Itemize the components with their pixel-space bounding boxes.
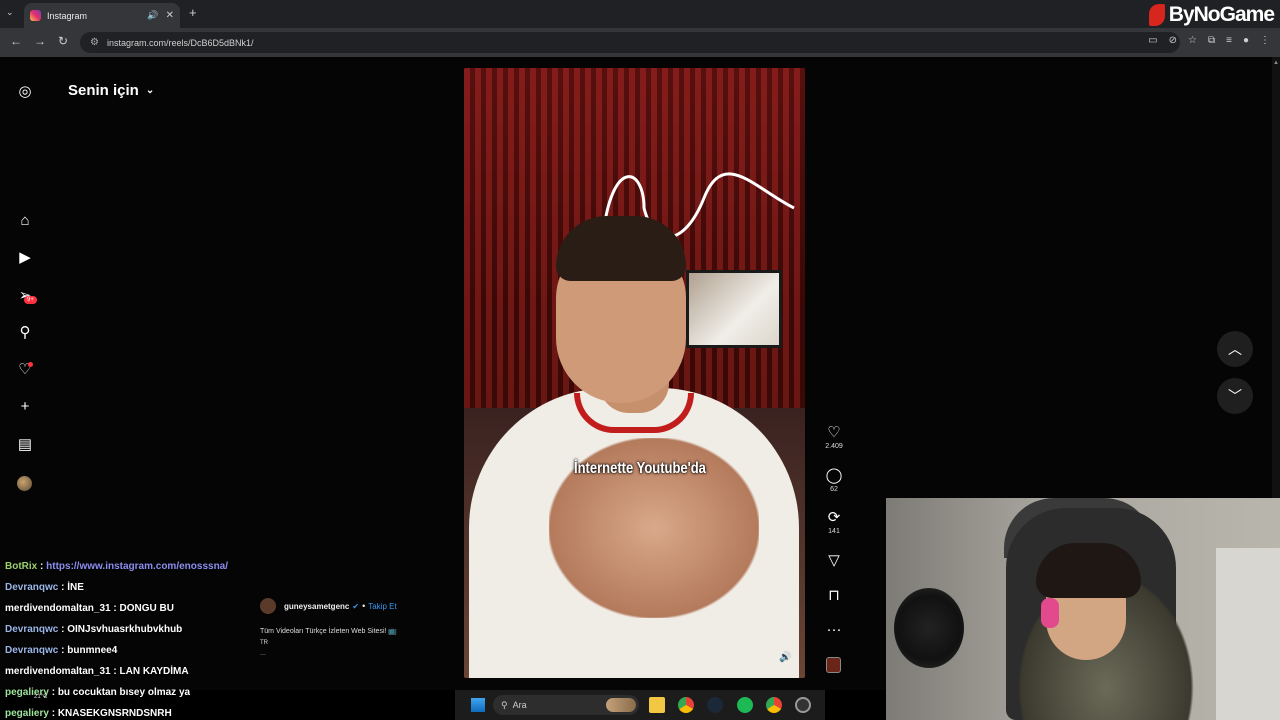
more-options-button[interactable]: ··· — [820, 622, 848, 638]
author-username[interactable]: guneysametgenc — [284, 602, 349, 611]
back-icon[interactable]: ← — [10, 34, 22, 48]
spotify-icon[interactable] — [737, 697, 753, 713]
reel-video[interactable]: İnternette Youtube'da 🔊 — [464, 68, 805, 678]
chat-line: Devranqwc : İNE — [5, 582, 84, 593]
repost-icon: ⟳ — [827, 509, 841, 526]
app-icon[interactable] — [795, 697, 811, 713]
tv-screen — [686, 270, 782, 348]
url-field[interactable]: ⚙ instagram.com/reels/DcB6D5dBNk1/ — [80, 32, 1180, 53]
webcam-overlay — [886, 498, 1280, 720]
chevron-down-icon: ⌄ — [145, 85, 155, 96]
chrome-active-icon[interactable] — [766, 697, 782, 713]
address-bar-row: ← → ↻ ⚙ instagram.com/reels/DcB6D5dBNk1/… — [0, 28, 1280, 57]
chat-line: Devranqwc : bunmnee4 — [5, 645, 118, 656]
tab-instagram[interactable]: Instagram 🔊 ✕ — [24, 3, 180, 28]
send-icon: ▽ — [828, 552, 840, 569]
bynogame-mark-icon — [1148, 3, 1165, 26]
instagram-logo-icon[interactable]: ◎ — [15, 82, 35, 102]
hair — [556, 216, 686, 281]
dashboard-icon[interactable]: ▤ — [15, 435, 35, 455]
weather-widget[interactable]: 21°C — [34, 694, 47, 700]
screen: { "browser": { "tab_title": "Instagram",… — [0, 0, 1280, 720]
chat-line: merdivendomaltan_31 : LAN KAYDİMA — [5, 666, 189, 677]
save-button[interactable]: ⊓ — [820, 588, 848, 604]
url-text: instagram.com/reels/DcB6D5dBNk1/ — [106, 37, 254, 48]
browser-tab-bar: ⌄ Instagram 🔊 ✕ + ByNoGame — [0, 0, 1280, 28]
follow-button[interactable]: Takip Et — [368, 602, 396, 611]
close-tab-icon[interactable]: ✕ — [166, 10, 174, 21]
notification-dot — [28, 362, 33, 367]
forward-icon[interactable]: → — [34, 34, 46, 48]
hide-icon[interactable]: ⊘ — [1169, 35, 1177, 46]
comment-count: 62 — [830, 486, 838, 493]
extensions-icon[interactable]: ⧉ — [1208, 35, 1215, 46]
language-tag: TR — [260, 640, 268, 646]
heart-icon: ♡ — [827, 424, 841, 441]
speaker-icon[interactable]: 🔊 — [147, 10, 158, 21]
like-button[interactable]: ♡ 2.409 — [820, 424, 848, 451]
tab-title: Instagram — [47, 10, 88, 21]
next-reel-button[interactable]: ﹀ — [1217, 378, 1253, 414]
chat-line: BotRix : https://www.instagram.com/enoss… — [5, 561, 229, 572]
reel-caption: guneysametgenc ✔ • Takip Et Tüm Videolar… — [260, 598, 450, 657]
video-subtitle: İnternette Youtube'da — [574, 458, 706, 477]
scroll-up-icon[interactable]: ▲ — [1273, 60, 1279, 66]
like-count: 2.409 — [825, 443, 843, 450]
share-button[interactable]: ▽ — [820, 553, 848, 569]
previous-reel-button[interactable]: ︿ — [1217, 331, 1253, 367]
chat-line: merdivendomaltan_31 : DONGU BU — [5, 603, 174, 614]
separator-dot: • — [362, 601, 366, 611]
verified-icon: ✔ — [352, 601, 360, 611]
comment-button[interactable]: ◯ 62 — [820, 467, 848, 494]
bynogame-logo: ByNoGame — [1148, 1, 1275, 28]
comment-icon: ◯ — [825, 467, 843, 484]
home-icon[interactable]: ⌂ — [15, 211, 35, 231]
volume-icon[interactable]: 🔊 — [779, 652, 791, 663]
bookmark-icon: ⊓ — [828, 587, 840, 604]
chat-line: Devranqwc : OINJsvhuasrkhubvkhub — [5, 624, 183, 635]
menu-icon[interactable]: ⋮ — [1260, 35, 1270, 46]
new-tab-button[interactable]: + — [189, 5, 197, 20]
repost-button[interactable]: ⟳ 141 — [820, 509, 848, 536]
profile-avatar-icon[interactable]: ● — [1243, 35, 1249, 46]
shelf — [1216, 548, 1280, 720]
search-icon: ⚲ — [501, 699, 513, 710]
profile-avatar[interactable] — [17, 476, 32, 491]
bookmark-star-icon[interactable]: ☆ — [1188, 35, 1197, 46]
site-info-icon[interactable]: ⚙ — [90, 37, 99, 48]
taskbar-search[interactable]: ⚲ Ara — [493, 695, 639, 715]
repost-count: 141 — [828, 528, 840, 535]
media-controls-icon[interactable]: ≡ — [1226, 35, 1232, 46]
audio-thumbnail[interactable] — [826, 657, 841, 673]
feed-selector[interactable]: Senin için ⌄ — [68, 82, 154, 99]
steam-icon[interactable] — [707, 697, 723, 713]
search-icon[interactable]: ⚲ — [15, 323, 35, 343]
reels-icon[interactable]: ▶ — [15, 248, 35, 268]
reload-icon[interactable]: ↻ — [58, 34, 68, 48]
caption-text: Tüm Videoları Türkçe İzleten Web Sitesi!… — [260, 628, 398, 635]
windows-taskbar: ⚲ Ara — [455, 690, 825, 720]
create-plus-icon[interactable]: + — [15, 397, 35, 417]
messages-badge: 9+ — [24, 296, 37, 304]
instagram-favicon-icon — [30, 10, 41, 21]
chat-line: pegaliery : KNASEKGNSRNDSNRH — [5, 708, 172, 719]
feed-title: Senin için — [68, 82, 139, 99]
headset — [1041, 598, 1059, 628]
cast-icon[interactable]: ▭ — [1148, 35, 1157, 46]
file-explorer-icon[interactable] — [649, 697, 665, 713]
browser-toolbar-icons: ▭ ⊘ ☆ ⧉ ≡ ● ⋮ — [1148, 35, 1270, 46]
windows-start-icon[interactable] — [471, 698, 485, 712]
more-icon: ··· — [826, 621, 842, 638]
fan — [894, 588, 964, 668]
tab-search-icon[interactable]: ⌄ — [6, 7, 14, 18]
more-caption[interactable]: ... — [260, 650, 450, 657]
chrome-icon[interactable] — [678, 697, 694, 713]
